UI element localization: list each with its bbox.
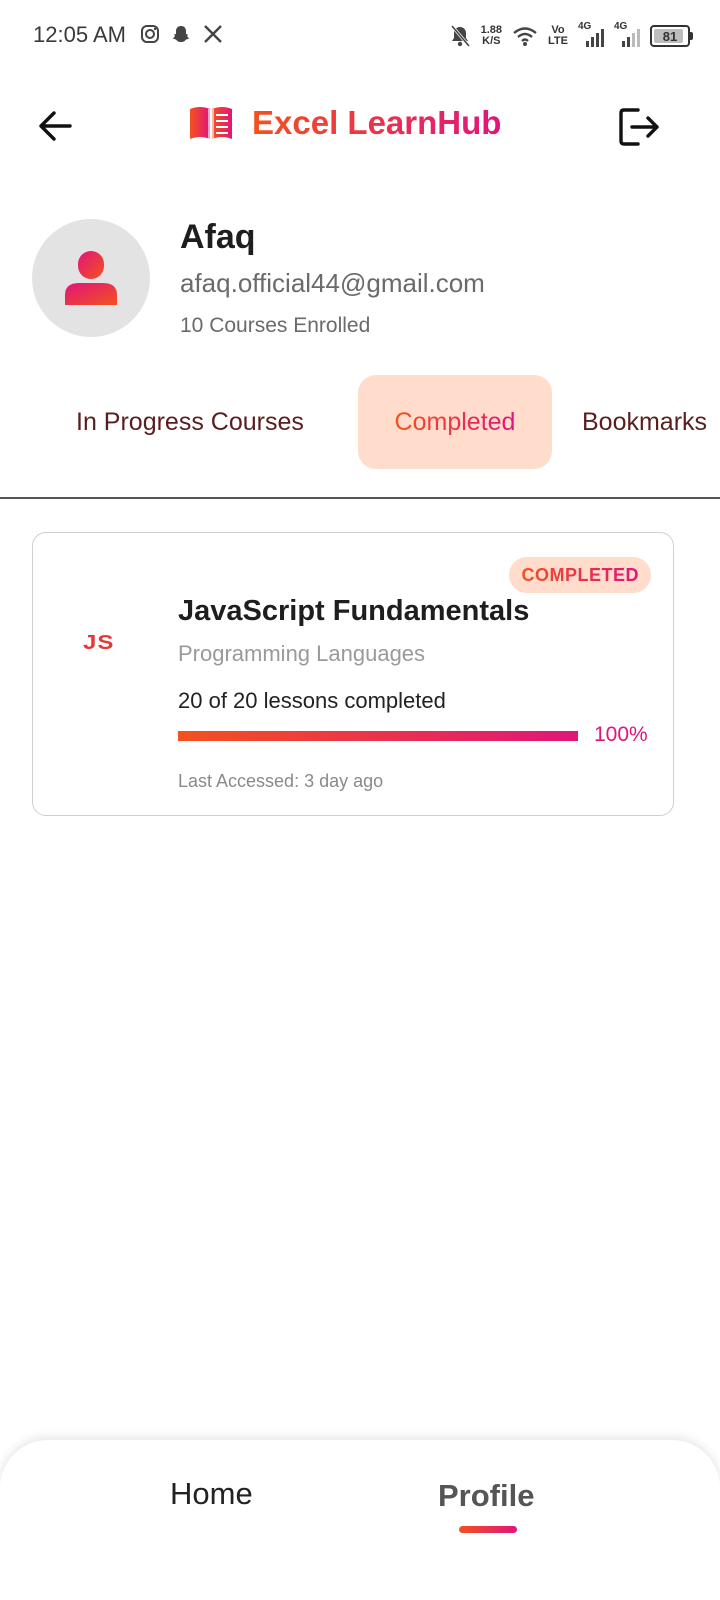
arrow-left-icon bbox=[39, 111, 72, 141]
nav-active-indicator bbox=[459, 1526, 517, 1533]
status-time: 12:05 AM bbox=[33, 22, 126, 47]
course-title: JavaScript Fundamentals bbox=[178, 595, 530, 627]
tab-completed-label: Completed bbox=[394, 407, 516, 436]
signal-1-label: 4G bbox=[578, 21, 592, 32]
back-button[interactable] bbox=[36, 106, 76, 146]
notifications-off-icon bbox=[450, 25, 470, 47]
course-card[interactable]: COMPLETED JS JavaScript Fundamentals Pro… bbox=[32, 532, 674, 816]
user-name: Afaq bbox=[180, 218, 256, 256]
signal-strength-2: 4G bbox=[614, 21, 640, 47]
avatar bbox=[32, 219, 150, 337]
user-icon bbox=[65, 251, 117, 305]
battery-level: 81 bbox=[662, 28, 678, 44]
last-accessed: Last Accessed: 3 day ago bbox=[178, 771, 384, 791]
wifi-icon bbox=[513, 27, 537, 46]
courses-enrolled-count: 10 Courses Enrolled bbox=[180, 314, 371, 337]
logout-button[interactable] bbox=[616, 104, 662, 150]
tab-bookmarks-label: Bookmarks bbox=[582, 407, 708, 436]
course-category: Programming Languages bbox=[178, 641, 426, 666]
network-speed: 1.88 K/S bbox=[481, 25, 502, 47]
progress-percent: 100% bbox=[594, 723, 648, 746]
x-icon bbox=[204, 25, 222, 43]
course-logo: JS bbox=[83, 631, 115, 655]
volte-bottom: LTE bbox=[548, 35, 568, 47]
status-bar: 12:05 AM 1.88 K/S Vo LTE 4G 4G 81 bbox=[0, 0, 720, 72]
snapchat-icon bbox=[173, 26, 189, 42]
volte-indicator: Vo LTE bbox=[548, 25, 568, 47]
nav-home[interactable]: Home bbox=[170, 1476, 253, 1512]
signal-strength-1: 4G bbox=[578, 21, 604, 47]
book-icon bbox=[190, 107, 232, 140]
user-email: afaq.official44@gmail.com bbox=[180, 268, 485, 298]
app-title: Excel LearnHub bbox=[252, 104, 502, 141]
tab-bookmarks[interactable]: Bookmarks bbox=[582, 375, 707, 469]
signal-2-label: 4G bbox=[614, 21, 628, 32]
status-badge: COMPLETED bbox=[509, 557, 651, 593]
progress-bar bbox=[178, 731, 578, 741]
instagram-icon bbox=[141, 25, 159, 43]
battery-icon: 81 bbox=[650, 25, 693, 47]
tab-in-progress-label: In Progress Courses bbox=[76, 407, 304, 436]
tab-completed[interactable]: Completed bbox=[358, 375, 552, 469]
lessons-progress-text: 20 of 20 lessons completed bbox=[178, 688, 446, 713]
logout-icon bbox=[619, 108, 659, 146]
net-speed-unit: K/S bbox=[482, 35, 501, 47]
bottom-navigation: Home Profile bbox=[0, 1440, 720, 1600]
app-logo: Excel LearnHub bbox=[188, 104, 501, 142]
status-badge-label: COMPLETED bbox=[521, 564, 639, 585]
nav-profile[interactable]: Profile bbox=[438, 1478, 534, 1514]
tab-in-progress[interactable]: In Progress Courses bbox=[76, 375, 304, 469]
progress-bar-fill bbox=[178, 731, 578, 741]
course-tabs: In Progress Courses Completed Bookmarks bbox=[0, 375, 720, 499]
